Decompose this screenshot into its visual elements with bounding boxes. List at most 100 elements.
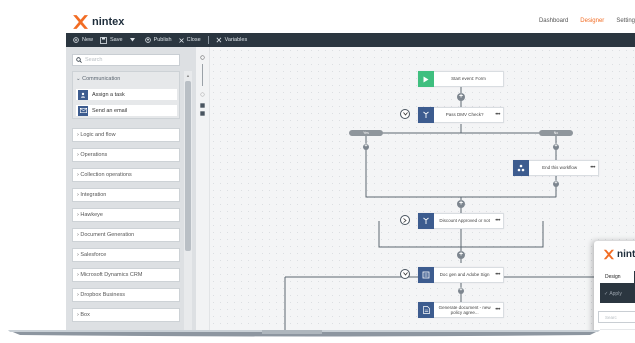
variables-button[interactable]: Variables <box>216 37 247 43</box>
collapse-branch-toggle[interactable] <box>400 109 410 119</box>
category-label: Integration <box>80 192 107 198</box>
category-dynamics-crm[interactable]: › Microsoft Dynamics CRM <box>72 268 180 282</box>
variable-x-icon <box>216 37 221 43</box>
toolbar-divider <box>207 36 209 44</box>
category-collection-operations[interactable]: › Collection operations <box>72 168 180 182</box>
category-dropbox-business[interactable]: › Dropbox Business <box>72 288 180 302</box>
category-label: Collection operations <box>80 172 132 178</box>
workflow-canvas[interactable]: Start event: Form + Pass DMV Check? ••• … <box>210 47 635 343</box>
settings-icon[interactable] <box>200 55 205 60</box>
add-step-button[interactable]: + <box>458 288 464 294</box>
category-label: Dropbox Business <box>80 292 126 298</box>
category-label: Document Generation <box>80 232 135 238</box>
add-step-button[interactable]: + <box>363 144 369 150</box>
category-label: Operations <box>80 152 108 158</box>
action-send-email[interactable]: Send an email <box>76 105 177 116</box>
node-pass-dmv-check[interactable]: Pass DMV Check? ••• <box>418 107 504 123</box>
publish-button[interactable]: Publish <box>144 37 172 43</box>
node-discount-approved[interactable]: Discount Approved or not ••• <box>418 213 504 229</box>
chevron-down-icon <box>129 38 135 42</box>
document-icon <box>418 302 434 318</box>
node-start-event[interactable]: Start event: Form <box>418 71 504 87</box>
sidebar-scrollbar-thumb[interactable] <box>185 81 191 251</box>
node-label: Start event: Form <box>451 76 486 82</box>
search-icon <box>76 57 82 63</box>
scroll-up-icon[interactable]: ▲ <box>186 73 190 78</box>
more-icon[interactable]: ••• <box>590 165 598 171</box>
node-label: Doc gen and Adobe Sign <box>439 272 490 278</box>
action-toolbox: Search ⌄ Communication Assign a task Sen… <box>66 47 196 343</box>
publish-label: Publish <box>153 37 172 43</box>
save-label: Save <box>110 37 123 43</box>
add-step-button[interactable]: + <box>457 93 465 101</box>
close-button[interactable]: Close <box>178 37 201 43</box>
nav-settings[interactable]: Setting <box>616 18 635 24</box>
category-logic-and-flow[interactable]: › Logic and flow <box>72 128 180 142</box>
category-operations[interactable]: › Operations <box>72 148 180 162</box>
category-label: Logic and flow <box>80 132 116 138</box>
branch-yes-badge: Yes <box>349 130 383 136</box>
save-button[interactable]: Save <box>100 36 123 44</box>
category-salesforce[interactable]: › Salesforce <box>72 248 180 262</box>
parallel-icon <box>418 267 434 283</box>
communication-group-header[interactable]: ⌄ Communication <box>73 72 179 86</box>
add-step-button[interactable]: + <box>457 200 465 208</box>
close-label: Close <box>186 37 201 43</box>
nintex-x-icon <box>603 249 614 260</box>
chevron-down-icon <box>402 112 408 116</box>
category-hawkeye[interactable]: › Hawkeye <box>72 208 180 222</box>
app-header: nintex Dashboard Designer Setting <box>66 11 635 33</box>
minimap-icon[interactable] <box>200 111 205 116</box>
save-dropdown[interactable] <box>129 38 138 42</box>
zoom-slider[interactable] <box>202 64 203 86</box>
nintex-logo[interactable]: nintex <box>72 14 124 30</box>
category-label: Microsoft Dynamics CRM <box>80 272 143 278</box>
communication-group: ⌄ Communication Assign a task Send an em… <box>72 71 180 119</box>
nintex-logo: nint <box>603 249 635 260</box>
apply-label: Apply <box>609 291 622 297</box>
category-document-generation[interactable]: › Document Generation <box>72 228 180 242</box>
email-icon <box>78 105 88 116</box>
nav-dashboard[interactable]: Dashboard <box>539 18 568 24</box>
fit-icon[interactable] <box>200 103 205 108</box>
new-button[interactable]: New <box>73 37 93 43</box>
collapse-branch-toggle[interactable] <box>400 269 410 279</box>
add-step-button[interactable]: + <box>553 144 559 150</box>
node-docgen-adobe-sign[interactable]: Doc gen and Adobe Sign ••• <box>418 267 504 283</box>
play-icon <box>418 71 434 87</box>
more-icon[interactable]: ••• <box>495 218 503 224</box>
node-label: Discount Approved or not <box>439 218 490 224</box>
stop-icon <box>513 160 529 176</box>
category-label: Salesforce <box>80 252 107 258</box>
secondary-search-input[interactable]: Searc <box>598 311 635 323</box>
designer-toolbar: New Save Publish Close Variables <box>66 33 635 47</box>
more-icon[interactable]: ••• <box>495 112 503 118</box>
search-placeholder: Search <box>85 57 103 63</box>
chevron-right-icon <box>403 217 407 223</box>
top-nav: Dashboard Designer Setting <box>527 18 635 24</box>
action-label: Assign a task <box>92 91 125 98</box>
add-step-button[interactable]: + <box>457 251 465 259</box>
node-end-workflow[interactable]: End this workflow ••• <box>513 160 599 176</box>
collapse-branch-toggle[interactable] <box>400 215 410 225</box>
branch-icon <box>418 107 434 123</box>
save-icon <box>100 36 107 44</box>
tab-designer[interactable]: Design <box>600 271 634 283</box>
node-generate-document[interactable]: Generate document - new policy agree... … <box>418 302 504 318</box>
laptop-base <box>0 330 635 343</box>
branch-no-badge: No <box>539 130 573 136</box>
category-integration[interactable]: › Integration <box>72 188 180 202</box>
nav-designer[interactable]: Designer <box>580 18 604 24</box>
chevron-down-icon <box>402 272 408 276</box>
node-label: End this workflow <box>542 165 578 171</box>
add-step-button[interactable]: + <box>553 181 559 187</box>
action-label: Send an email <box>92 107 128 114</box>
apply-button[interactable]: ✓ Apply <box>604 291 622 297</box>
toolbox-search-input[interactable]: Search <box>72 54 180 66</box>
more-icon[interactable]: ••• <box>495 307 503 313</box>
action-assign-task[interactable]: Assign a task <box>76 89 177 100</box>
category-box[interactable]: › Box <box>72 308 180 322</box>
publish-icon <box>144 37 151 43</box>
more-icon[interactable]: ••• <box>495 272 503 278</box>
zoom-out-icon[interactable] <box>200 92 205 97</box>
